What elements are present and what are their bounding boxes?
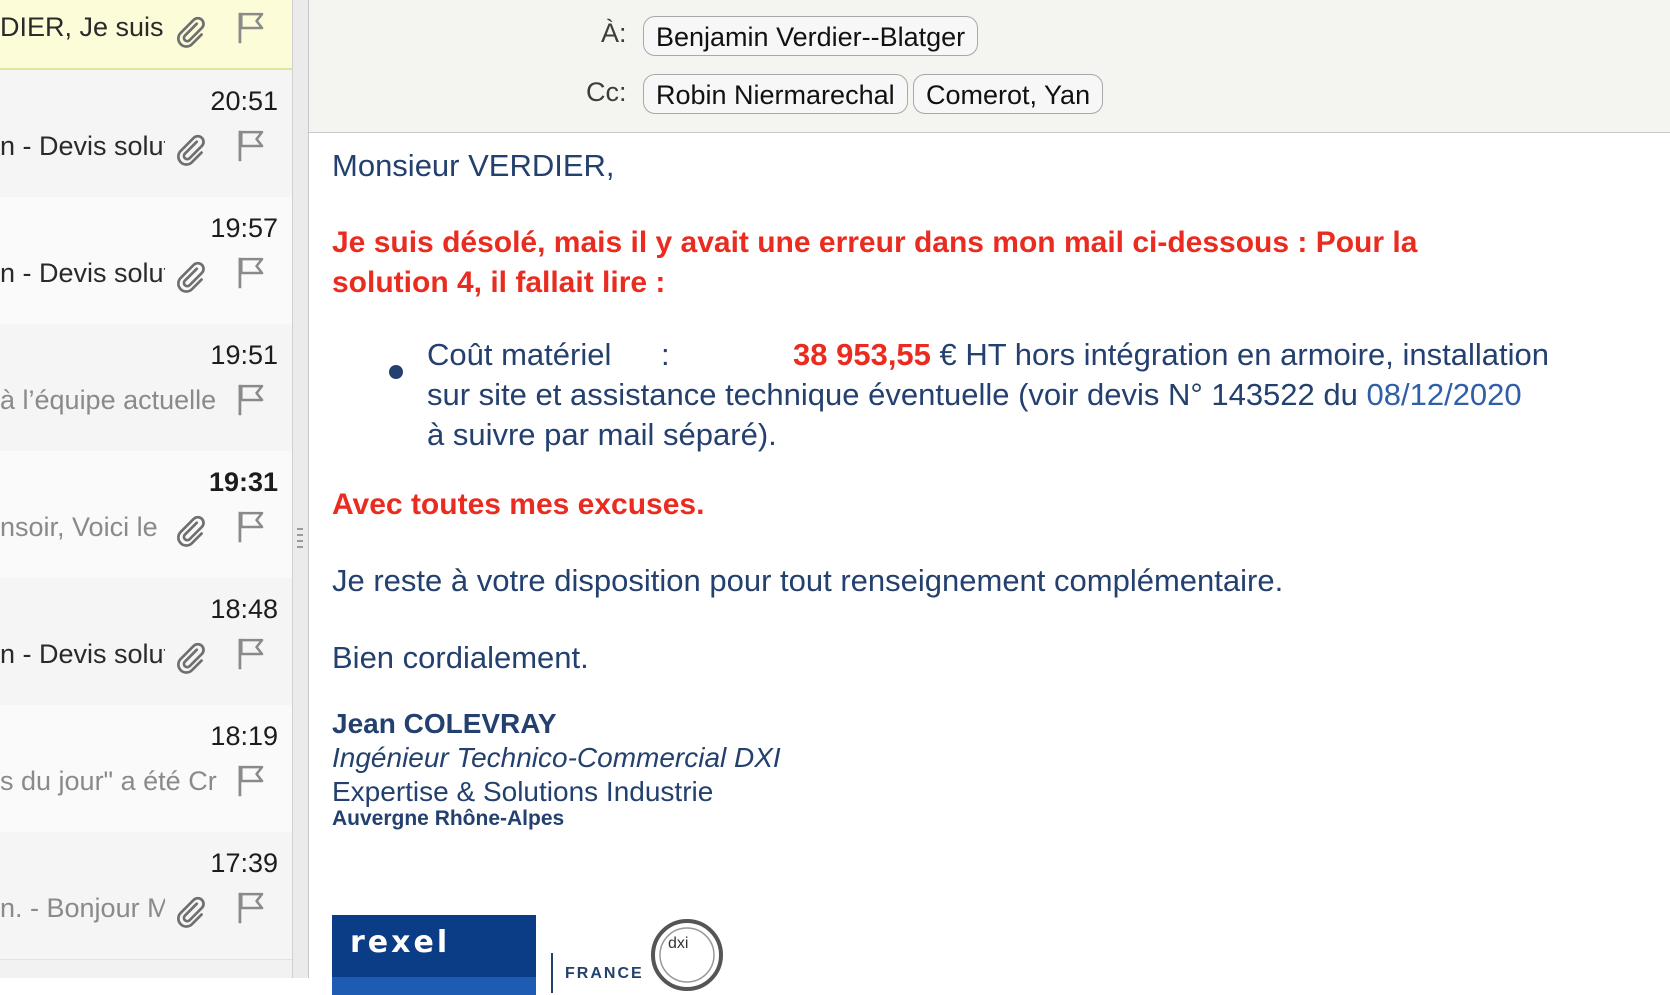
- disposition-line: Je reste à votre disposition pour tout r…: [332, 563, 1284, 598]
- signature-title: Ingénieur Technico-Commercial DXI: [332, 742, 781, 773]
- attachment-icon: [172, 894, 208, 935]
- message-row[interactable]: 19:51 à l’équipe actuelle: [0, 324, 292, 452]
- message-list: DIER, Je suis 20:51 n - Devis solution 1…: [0, 0, 292, 978]
- message-time: 19:57: [210, 213, 278, 243]
- message-time: 17:39: [210, 848, 278, 878]
- bullet-icon: [389, 365, 403, 379]
- correction-notice-line2: solution 4, il fallait lire :: [332, 266, 666, 299]
- message-preview: à l’équipe actuelle: [0, 385, 217, 415]
- to-label: À:: [601, 18, 627, 48]
- greeting: Monsieur VERDIER,: [332, 148, 615, 183]
- signature-name: Jean COLEVRAY: [332, 708, 557, 739]
- message-time: 18:48: [210, 594, 278, 624]
- flag-icon[interactable]: [234, 509, 268, 550]
- bullet-line3: à suivre par mail séparé).: [427, 417, 777, 452]
- flag-icon[interactable]: [234, 382, 268, 423]
- message-time: 20:51: [210, 86, 278, 116]
- flag-icon[interactable]: [234, 636, 268, 677]
- pane-splitter[interactable]: [292, 0, 309, 978]
- message-row[interactable]: 18:19 s du jour" a été Cr: [0, 705, 292, 833]
- france-text: FRANCE: [565, 965, 644, 982]
- cc-label: Cc:: [586, 77, 627, 107]
- message-row-selected[interactable]: DIER, Je suis: [0, 0, 292, 70]
- dxi-text: dxi: [668, 935, 689, 952]
- amount: 38 953,55: [793, 337, 931, 372]
- message-preview: nsoir, Voici le: [0, 512, 158, 542]
- attachment-icon: [172, 132, 208, 173]
- message-header: À: Benjamin Verdier--Blatger Cc: Robin N…: [309, 0, 1670, 133]
- flag-icon[interactable]: [234, 128, 268, 169]
- attachment-icon: [172, 14, 208, 55]
- message-preview: n. - Bonjour M: [0, 893, 165, 923]
- attachment-icon: [172, 513, 208, 554]
- correction-notice-line1: Je suis désolé, mais il y avait une erre…: [332, 226, 1418, 259]
- message-row[interactable]: 20:51 n - Devis solution: [0, 70, 292, 198]
- message-time: 18:19: [210, 721, 278, 751]
- quote-reference: sur site et assistance technique éventue…: [427, 377, 1367, 412]
- signature-department: Expertise & Solutions Industrie: [332, 776, 714, 807]
- message-row[interactable]: 18:48 n - Devis solution: [0, 578, 292, 706]
- cc-chip[interactable]: Robin Niermarechal: [643, 74, 908, 114]
- bullet-line1: 38 953,55 € HT hors intégration en armoi…: [793, 335, 1549, 375]
- rexel-logo-text: rexel: [350, 925, 451, 960]
- flag-icon[interactable]: [234, 10, 268, 51]
- flag-icon[interactable]: [234, 763, 268, 804]
- message-row[interactable]: 17:39 n. - Bonjour M: [0, 832, 292, 960]
- message-row[interactable]: 19:57 n - Devis solution: [0, 197, 292, 325]
- message-time: 19:51: [210, 340, 278, 370]
- message-row-unread[interactable]: 19:31 nsoir, Voici le: [0, 451, 292, 579]
- amount-description: € HT hors intégration en armoire, instal…: [930, 337, 1549, 372]
- bullet-label: Coût matériel: [427, 337, 612, 372]
- bullet-colon: :: [661, 337, 670, 372]
- splitter-grip-icon[interactable]: [297, 528, 303, 558]
- apology: Avec toutes mes excuses.: [332, 488, 705, 521]
- rexel-logo: rexel: [332, 915, 536, 995]
- date-link[interactable]: 08/12/2020: [1367, 377, 1522, 412]
- attachment-icon: [172, 259, 208, 300]
- bullet-line2: sur site et assistance technique éventue…: [427, 375, 1522, 415]
- flag-icon[interactable]: [234, 890, 268, 931]
- message-preview: n - Devis solution: [0, 258, 165, 288]
- closing: Bien cordialement.: [332, 640, 589, 675]
- message-time: 19:31: [208, 467, 278, 497]
- message-body: Monsieur VERDIER, Je suis désolé, mais i…: [309, 133, 1670, 995]
- signature-region: Auvergne Rhône-Alpes: [332, 807, 565, 830]
- attachment-icon: [172, 640, 208, 681]
- message-preview: DIER, Je suis: [0, 12, 164, 42]
- rexel-france-dxi-logo: FRANCE dxi: [547, 915, 727, 995]
- recipient-chip[interactable]: Benjamin Verdier--Blatger: [643, 16, 979, 56]
- cc-chip[interactable]: Comerot, Yan: [913, 74, 1104, 114]
- dxi-badge-icon: [651, 919, 723, 991]
- message-preview: s du jour" a été Cr: [0, 766, 217, 796]
- flag-icon[interactable]: [234, 255, 268, 296]
- message-preview: n - Devis solution: [0, 131, 165, 161]
- message-preview: n - Devis solution: [0, 639, 165, 669]
